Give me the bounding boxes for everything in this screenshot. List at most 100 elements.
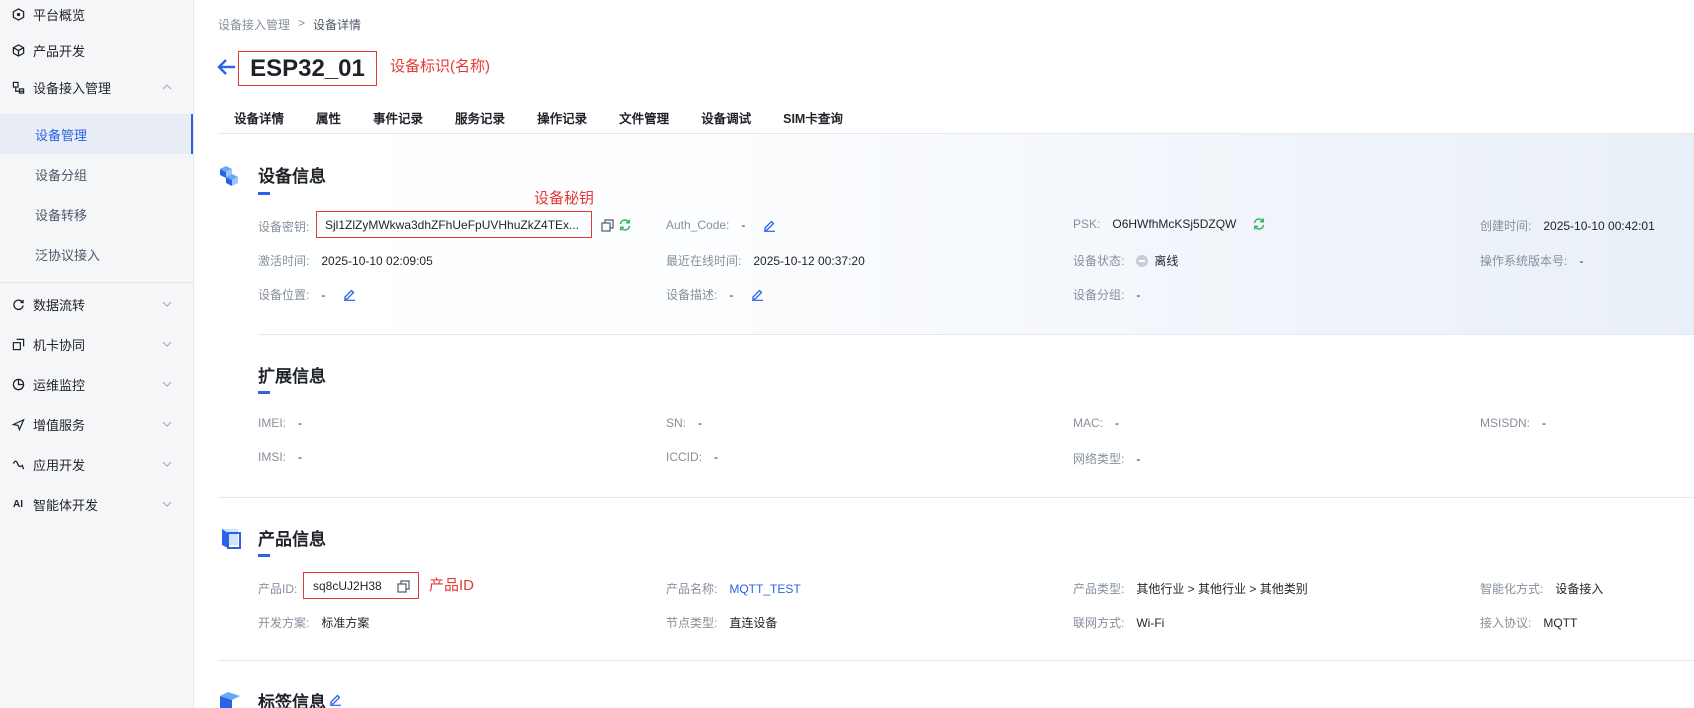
section-underline bbox=[258, 554, 270, 557]
field-label: IMSI: bbox=[258, 450, 287, 464]
sidebar-subitem-generic-protocol[interactable]: 泛协议接入 bbox=[0, 234, 193, 274]
edit-icon[interactable] bbox=[329, 693, 342, 706]
tab-service-records[interactable]: 服务记录 bbox=[439, 108, 521, 134]
copy-icon[interactable] bbox=[601, 219, 614, 232]
tag-info-title: 标签信息 bbox=[258, 693, 326, 708]
field-imsi: IMSI: - bbox=[258, 450, 302, 464]
sidebar-item-app-dev[interactable]: 应用开发 bbox=[0, 444, 193, 484]
field-network-mode: 联网方式: Wi-Fi bbox=[1073, 614, 1164, 631]
field-created-time: 创建时间: 2025-10-10 00:42:01 bbox=[1480, 217, 1655, 234]
sidebar-item-label: 数据流转 bbox=[33, 297, 86, 313]
sidebar-item-overview[interactable]: 平台概览 bbox=[0, 0, 193, 34]
node-type-value: 直连设备 bbox=[729, 616, 778, 630]
offline-status-icon bbox=[1136, 254, 1149, 267]
field-label: MSISDN: bbox=[1480, 416, 1531, 430]
cube-icon bbox=[11, 43, 25, 57]
breadcrumb-parent[interactable]: 设备接入管理 bbox=[218, 16, 290, 33]
field-network-type: 网络类型: - bbox=[1073, 450, 1140, 467]
field-label: 设备密钥: bbox=[258, 220, 310, 234]
field-node-type: 节点类型: 直连设备 bbox=[666, 614, 777, 631]
sidebar-item-label: 增值服务 bbox=[33, 417, 86, 433]
status-badge: 离线 bbox=[1154, 254, 1179, 268]
edit-icon[interactable] bbox=[751, 288, 764, 301]
sidebar-item-label: 智能体开发 bbox=[33, 497, 99, 513]
product-id-value: sq8cUJ2H38 bbox=[313, 578, 382, 593]
chevron-down-icon bbox=[162, 301, 172, 307]
field-label: SN: bbox=[666, 416, 687, 430]
sidebar-item-ops-monitor[interactable]: 运维监控 bbox=[0, 364, 193, 404]
sidebar-subitem-label: 设备转移 bbox=[35, 207, 88, 223]
sidebar-item-data-flow[interactable]: 数据流转 bbox=[0, 284, 193, 324]
sidebar-item-value-added[interactable]: 增值服务 bbox=[0, 404, 193, 444]
sidebar-item-product-dev[interactable]: 产品开发 bbox=[0, 30, 193, 70]
sidebar-divider bbox=[0, 282, 193, 283]
sidebar-item-label: 平台概览 bbox=[33, 7, 86, 23]
field-label: 产品名称: bbox=[666, 582, 718, 596]
sidebar-item-device-access[interactable]: 设备接入管理 bbox=[0, 67, 193, 107]
sidebar-subitem-device-management[interactable]: 设备管理 bbox=[0, 114, 193, 154]
refresh-icon[interactable] bbox=[618, 218, 632, 232]
product-id-box: sq8cUJ2H38 bbox=[303, 572, 419, 599]
product-name-link[interactable]: MQTT_TEST bbox=[729, 582, 800, 596]
smart-mode-value: 设备接入 bbox=[1555, 582, 1604, 596]
tab-file-management[interactable]: 文件管理 bbox=[603, 108, 685, 134]
edit-icon[interactable] bbox=[763, 219, 776, 232]
app-root: 平台概览 产品开发 设备接入管理 设备管理 设备分组 设备转移 泛协议接入 数据… bbox=[0, 0, 1694, 708]
chevron-down-icon bbox=[162, 381, 172, 387]
edit-icon[interactable] bbox=[343, 288, 356, 301]
device-info-icon bbox=[220, 166, 238, 186]
dev-plan-value: 标准方案 bbox=[321, 616, 370, 630]
sidebar: 平台概览 产品开发 设备接入管理 设备管理 设备分组 设备转移 泛协议接入 数据… bbox=[0, 0, 194, 708]
description-value: - bbox=[729, 287, 734, 302]
back-arrow-icon[interactable] bbox=[216, 57, 238, 77]
created-time-value: 2025-10-10 00:42:01 bbox=[1543, 218, 1655, 233]
section-divider bbox=[258, 334, 1694, 335]
field-label: 创建时间: bbox=[1480, 219, 1532, 233]
tab-properties[interactable]: 属性 bbox=[300, 108, 357, 134]
network-type-value: - bbox=[1136, 451, 1141, 466]
location-value: - bbox=[321, 287, 326, 302]
chevron-up-icon bbox=[162, 84, 172, 90]
field-label: 操作系统版本号: bbox=[1480, 254, 1568, 268]
device-secret-box: Sjl1ZlZyMWkwa3dhZFhUeFpUVHhuZkZ4TEx... bbox=[316, 211, 592, 238]
breadcrumb: 设备接入管理 > 设备详情 bbox=[218, 16, 361, 33]
field-label: 设备描述: bbox=[666, 288, 718, 302]
tab-device-details[interactable]: 设备详情 bbox=[218, 108, 301, 135]
section-divider bbox=[218, 660, 1694, 661]
refresh-icon[interactable] bbox=[1252, 217, 1266, 231]
product-info-title: 产品信息 bbox=[258, 530, 326, 549]
tab-operation-records[interactable]: 操作记录 bbox=[521, 108, 603, 134]
iccid-value: - bbox=[714, 450, 718, 464]
field-label: 设备位置: bbox=[258, 288, 310, 302]
breadcrumb-current: 设备详情 bbox=[313, 18, 362, 32]
overview-icon bbox=[11, 7, 25, 21]
sidebar-item-label: 机卡协同 bbox=[33, 337, 86, 353]
psk-value: O6HWfhMcKSj5DZQW bbox=[1112, 217, 1237, 231]
last-online-value: 2025-10-12 00:37:20 bbox=[753, 253, 865, 268]
field-label: 联网方式: bbox=[1073, 616, 1125, 630]
field-psk: PSK: O6HWfhMcKSj5DZQW bbox=[1073, 217, 1266, 231]
field-imei: IMEI: - bbox=[258, 416, 302, 430]
sidebar-subitem-device-transfer[interactable]: 设备转移 bbox=[0, 194, 193, 234]
annotation-device-secret: 设备秘钥 bbox=[534, 190, 595, 207]
main-content: 设备接入管理 > 设备详情 ESP32_01 设备标识(名称) 设备详情 属性 … bbox=[194, 0, 1694, 708]
field-last-online: 最近在线时间: 2025-10-12 00:37:20 bbox=[666, 252, 865, 269]
msisdn-value: - bbox=[1542, 416, 1547, 430]
device-name-title: ESP32_01 bbox=[238, 51, 377, 86]
sidebar-item-machine-card[interactable]: 机卡协同 bbox=[0, 324, 193, 364]
chevron-down-icon bbox=[162, 421, 172, 427]
sidebar-item-agent-dev[interactable]: AI 智能体开发 bbox=[0, 484, 193, 524]
imsi-value: - bbox=[298, 450, 303, 464]
field-product-type: 产品类型: 其他行业 > 其他行业 > 其他类别 bbox=[1073, 580, 1308, 597]
field-sn: SN: - bbox=[666, 416, 702, 430]
tab-device-debug[interactable]: 设备调试 bbox=[685, 108, 767, 134]
sidebar-subitem-device-group[interactable]: 设备分组 bbox=[0, 154, 193, 194]
field-msisdn: MSISDN: - bbox=[1480, 416, 1546, 430]
tab-sim-query[interactable]: SIM卡查询 bbox=[767, 108, 859, 134]
copy-icon[interactable] bbox=[397, 580, 410, 593]
field-label: 设备状态: bbox=[1073, 254, 1125, 268]
device-secret-value: Sjl1ZlZyMWkwa3dhZFhUeFpUVHhuZkZ4TEx... bbox=[325, 217, 580, 232]
field-label: Auth_Code: bbox=[666, 218, 730, 232]
annotation-device-name: 设备标识(名称) bbox=[390, 58, 490, 75]
tab-event-records[interactable]: 事件记录 bbox=[357, 108, 439, 134]
